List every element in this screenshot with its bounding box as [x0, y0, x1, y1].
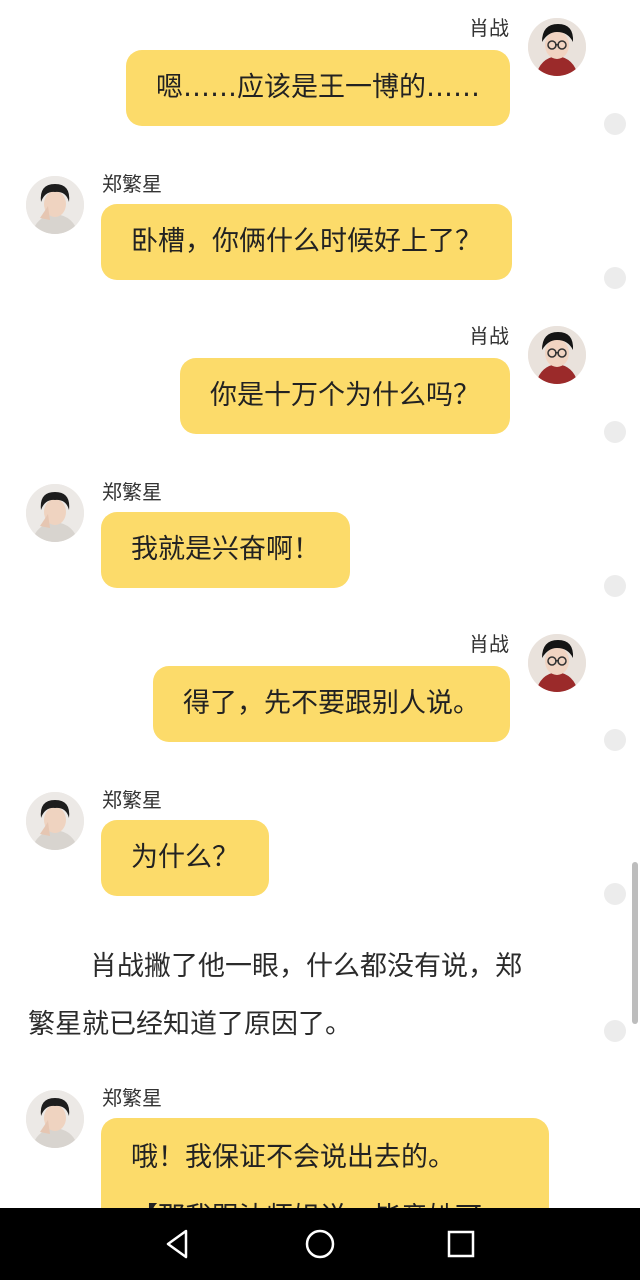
message-dot[interactable]	[604, 113, 626, 135]
sender-name: 肖战	[469, 16, 509, 40]
message-dot[interactable]	[604, 729, 626, 751]
narration-paragraph: 肖战撇了他一眼，什么都没有说，郑 繁星就已经知道了原因了。	[28, 938, 588, 1054]
avatar-xiaozhan[interactable]	[528, 326, 586, 384]
sender-name: 郑繁星	[102, 1086, 162, 1110]
chat-story-page: 肖战 嗯……应该是王一博的…… 郑繁星 卧槽，你俩什么时候好上了？ 肖战 你是十…	[0, 0, 640, 1208]
message-bubble[interactable]: 哦！我保证不会说出去的。 【那我跟沈师姐说，毕竟她可	[101, 1118, 549, 1208]
message-bubble[interactable]: 为什么？	[101, 820, 269, 896]
sender-name: 郑繁星	[102, 480, 162, 504]
message-dot[interactable]	[604, 421, 626, 443]
home-icon[interactable]	[302, 1226, 338, 1262]
system-nav-bar	[0, 1208, 640, 1280]
message-bubble[interactable]: 卧槽，你俩什么时候好上了？	[101, 204, 512, 280]
message-dot[interactable]	[604, 883, 626, 905]
message-bubble[interactable]: 你是十万个为什么吗？	[180, 358, 510, 434]
avatar-xiaozhan[interactable]	[528, 634, 586, 692]
sender-name: 郑繁星	[102, 788, 162, 812]
sender-name: 肖战	[469, 632, 509, 656]
sender-name: 郑繁星	[102, 172, 162, 196]
recent-apps-icon[interactable]	[443, 1226, 479, 1262]
message-bubble[interactable]: 得了，先不要跟别人说。	[153, 666, 510, 742]
scrollbar[interactable]	[632, 862, 638, 1024]
avatar-zhengfanxing[interactable]	[26, 176, 84, 234]
message-dot[interactable]	[604, 267, 626, 289]
message-line: 哦！我保证不会说出去的。	[131, 1142, 455, 1173]
narration-line: 肖战撇了他一眼，什么都没有说，郑	[90, 951, 522, 982]
back-icon[interactable]	[160, 1226, 196, 1262]
avatar-zhengfanxing[interactable]	[26, 484, 84, 542]
message-line: 【那我跟沈师姐说，毕竟她可	[131, 1198, 519, 1208]
sender-name: 肖战	[469, 324, 509, 348]
avatar-xiaozhan[interactable]	[528, 18, 586, 76]
message-bubble[interactable]: 我就是兴奋啊！	[101, 512, 350, 588]
message-dot[interactable]	[604, 1020, 626, 1042]
narration-line: 繁星就已经知道了原因了。	[28, 1009, 352, 1040]
avatar-zhengfanxing[interactable]	[26, 1090, 84, 1148]
message-dot[interactable]	[604, 575, 626, 597]
avatar-zhengfanxing[interactable]	[26, 792, 84, 850]
message-bubble[interactable]: 嗯……应该是王一博的……	[126, 50, 510, 126]
